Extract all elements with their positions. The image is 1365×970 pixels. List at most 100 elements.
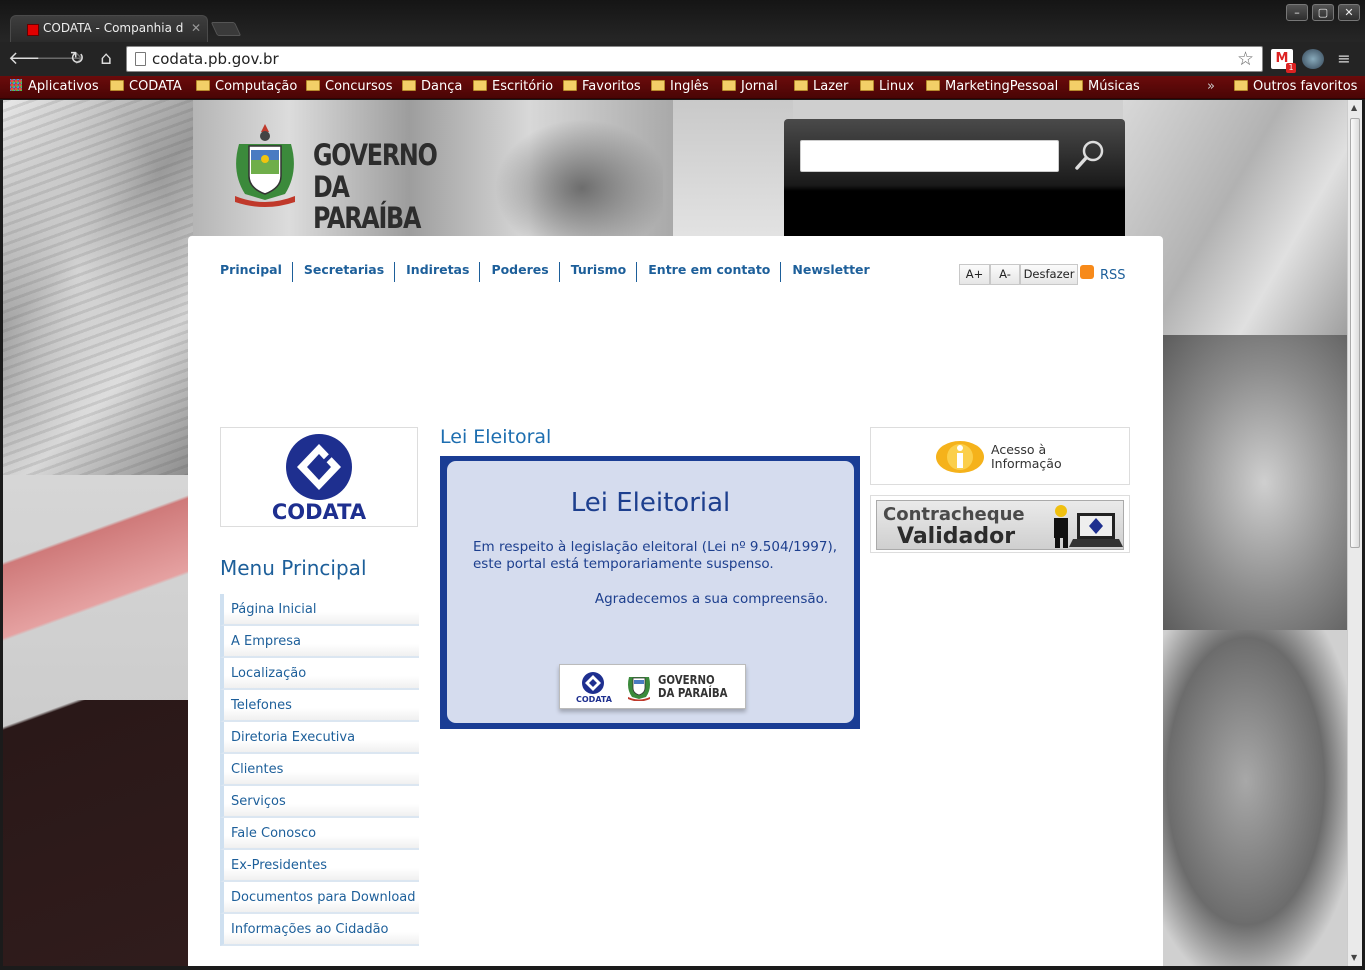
menu-title: Menu Principal <box>220 556 367 580</box>
gmail-badge: 1 <box>1286 63 1296 73</box>
codata-favicon-icon <box>27 24 39 36</box>
content-panel: Principal Secretarias Indiretas Poderes … <box>188 236 1163 966</box>
font-decrease-button[interactable]: A- <box>990 264 1020 285</box>
bookmark-ingles[interactable]: Inglês <box>651 79 709 97</box>
bookmark-lazer[interactable]: Lazer <box>794 79 848 97</box>
folder-icon <box>1069 80 1083 91</box>
font-reset-button[interactable]: Desfazer <box>1020 264 1078 285</box>
bookmark-escritorio[interactable]: Escritório <box>473 79 553 97</box>
menu-item-fale-conosco[interactable]: Fale Conosco <box>220 818 419 850</box>
notice-body: Lei Eleitorial Em respeito à legislação … <box>447 461 854 723</box>
person-laptop-icon <box>1054 505 1123 548</box>
search-panel <box>784 119 1125 239</box>
folder-icon <box>860 80 874 91</box>
bookmark-computacao[interactable]: Computação <box>196 79 297 97</box>
menu-item-documentos-download[interactable]: Documentos para Download <box>220 882 419 914</box>
bookmark-concursos[interactable]: Concursos <box>306 79 393 97</box>
folder-icon <box>1234 80 1248 91</box>
tab-title: CODATA - Companhia de Processamento de D… <box>43 21 183 35</box>
coat-of-arms-mini-icon <box>628 677 650 701</box>
new-tab-button[interactable] <box>210 22 242 36</box>
page-icon <box>135 52 146 66</box>
search-input[interactable] <box>800 140 1059 172</box>
menu-item-telefones[interactable]: Telefones <box>220 690 419 722</box>
notice-paragraph: Em respeito à legislação eleitoral (Lei … <box>473 539 838 572</box>
reload-icon[interactable]: ↻ <box>65 47 89 71</box>
codata-logo-text: CODATA <box>271 500 367 524</box>
notice-logos: CODATA GOVERNO DA PARAÍBA <box>559 664 746 709</box>
folder-icon <box>473 80 487 91</box>
forward-arrow-icon[interactable]: 🡒 <box>36 47 84 71</box>
menu-item-pagina-inicial[interactable]: Página Inicial <box>220 594 419 626</box>
folder-icon <box>402 80 416 91</box>
menu-item-diretoria-executiva[interactable]: Diretoria Executiva <box>220 722 419 754</box>
apps-grid-icon <box>10 79 22 91</box>
browser-tab[interactable]: CODATA - Companhia de Processamento de D… <box>10 15 208 42</box>
bookmark-danca[interactable]: Dança <box>402 79 462 97</box>
bookmark-apps[interactable]: Aplicativos <box>10 79 99 97</box>
nav-poderes[interactable]: Poderes <box>480 262 560 282</box>
folder-icon <box>110 80 124 91</box>
nav-entre-em-contato[interactable]: Entre em contato <box>637 262 782 282</box>
menu-item-ex-presidentes[interactable]: Ex-Presidentes <box>220 850 419 882</box>
menu-item-localizacao[interactable]: Localização <box>220 658 419 690</box>
home-icon[interactable]: ⌂ <box>94 47 118 71</box>
acesso-informacao-banner[interactable]: Acesso à Informação <box>870 427 1130 485</box>
menu-item-clientes[interactable]: Clientes <box>220 754 419 786</box>
minimize-button[interactable]: – <box>1286 4 1308 21</box>
nav-principal[interactable]: Principal <box>220 262 293 282</box>
bookmark-other[interactable]: Outros favoritos <box>1234 79 1357 97</box>
bookmark-musicas[interactable]: Músicas <box>1069 79 1140 97</box>
nav-newsletter[interactable]: Newsletter <box>781 262 879 282</box>
contracheque-validador-banner[interactable]: Contracheque Validador <box>870 495 1130 553</box>
electoral-law-notice: Lei Eleitorial Em respeito à legislação … <box>440 456 860 729</box>
folder-icon <box>926 80 940 91</box>
nav-turismo[interactable]: Turismo <box>560 262 638 282</box>
back-arrow-icon[interactable]: 🡐 <box>8 47 56 71</box>
scroll-down-arrow-icon[interactable]: ▼ <box>1351 953 1357 962</box>
bookmarks-bar: Aplicativos CODATA Computação Concursos … <box>0 76 1365 99</box>
codata-logo-icon <box>286 434 352 500</box>
nav-indiretas[interactable]: Indiretas <box>395 262 481 282</box>
bookmark-star-icon[interactable]: ☆ <box>1237 48 1254 70</box>
menu-hamburger-icon[interactable]: ≡ <box>1333 49 1355 69</box>
information-icon <box>936 441 984 473</box>
extension-icon[interactable] <box>1302 49 1324 69</box>
font-increase-button[interactable]: A+ <box>959 264 990 285</box>
bookmark-marketingpessoal[interactable]: MarketingPessoal <box>926 79 1058 97</box>
rss-link[interactable]: RSS <box>1100 268 1126 283</box>
scroll-up-arrow-icon[interactable]: ▲ <box>1351 103 1357 112</box>
folder-icon <box>794 80 808 91</box>
notice-codata-text: CODATA <box>576 695 612 704</box>
close-window-button[interactable]: ✕ <box>1338 4 1360 21</box>
rss-icon[interactable] <box>1080 265 1094 279</box>
bookmark-jornal[interactable]: Jornal <box>722 79 778 97</box>
folder-icon <box>722 80 736 91</box>
bookmark-favoritos[interactable]: Favoritos <box>563 79 641 97</box>
maximize-button[interactable]: ▢ <box>1312 4 1334 21</box>
url-text: codata.pb.gov.br <box>152 50 279 68</box>
scrollbar-thumb[interactable] <box>1350 118 1360 548</box>
nav-secretarias[interactable]: Secretarias <box>293 262 396 282</box>
bookmark-linux[interactable]: Linux <box>860 79 914 97</box>
page-scrollbar[interactable]: ▲ ▼ <box>1347 100 1362 966</box>
menu-item-servicos[interactable]: Serviços <box>220 786 419 818</box>
notice-thanks: Agradecemos a sua compreensão. <box>594 591 828 607</box>
acesso-informacao-text: Acesso à Informação <box>991 442 1062 471</box>
governo-paraiba-logo[interactable]: GOVERNO DA PARAÍBA <box>225 122 485 234</box>
menu-item-a-empresa[interactable]: A Empresa <box>220 626 419 658</box>
tab-close-icon[interactable]: ✕ <box>191 21 201 35</box>
top-navigation: Principal Secretarias Indiretas Poderes … <box>220 262 880 282</box>
search-icon[interactable] <box>1072 137 1108 173</box>
folder-icon <box>196 80 210 91</box>
codata-logo-box[interactable]: CODATA <box>220 427 418 527</box>
folder-icon <box>651 80 665 91</box>
menu-item-informacoes-cidadao[interactable]: Informações ao Cidadão <box>220 914 419 946</box>
logo-governo-text: GOVERNO <box>313 138 438 172</box>
bookmark-codata[interactable]: CODATA <box>110 79 182 97</box>
address-bar[interactable]: codata.pb.gov.br ☆ <box>126 46 1263 72</box>
page-title: Lei Eleitoral <box>440 426 552 448</box>
codata-mini-logo-icon <box>582 672 604 694</box>
logo-da-paraiba-text: DA PARAÍBA <box>313 170 421 235</box>
bookmarks-overflow-chevron[interactable]: » <box>1207 79 1215 97</box>
